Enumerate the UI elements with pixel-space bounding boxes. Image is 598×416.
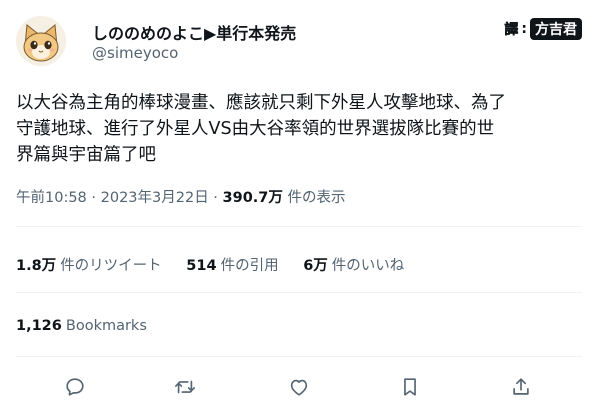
divider	[16, 356, 582, 357]
retweet-icon	[175, 380, 195, 394]
bookmark-icon	[404, 378, 416, 396]
likes-label: 件のいいね	[331, 258, 405, 274]
divider	[16, 292, 582, 293]
translator-name: 方吉君	[530, 18, 582, 40]
action-bar	[0, 370, 598, 402]
retweets-label: 件のリツイート	[60, 258, 162, 274]
views-label: 件の表示	[282, 190, 346, 206]
likes-count: 6万	[303, 258, 328, 274]
retweets-stat[interactable]: 1.8万 件のリツイート	[16, 254, 162, 275]
heart-icon	[290, 379, 308, 396]
tweet-text: 以大谷為主角的棒球漫畫、應該就只剩下外星人攻擊地球、為了 守護地球、進行了外星人…	[16, 93, 506, 165]
author-display-name[interactable]: しののめのよこ▶単行本発売	[92, 20, 296, 44]
reply-button[interactable]	[62, 374, 88, 400]
share-button[interactable]	[508, 374, 534, 400]
divider	[16, 226, 582, 227]
views-count: 390.7万	[222, 190, 283, 206]
retweet-button[interactable]	[172, 374, 198, 400]
quotes-label: 件の引用	[220, 258, 279, 274]
tweet-meta: 午前10:58 · 2023年3月22日 · 390.7万 件の表示	[16, 186, 346, 207]
reply-icon	[66, 378, 84, 396]
bookmark-button[interactable]	[397, 374, 423, 400]
likes-stat[interactable]: 6万 件のいいね	[303, 254, 404, 275]
translator-stamp: 譯 : 方吉君	[504, 18, 582, 40]
bookmarks-stat[interactable]: 1,126 Bookmarks	[16, 318, 147, 334]
tweet-header: しののめのよこ▶単行本発売 @simeyoco 譯 : 方吉君	[16, 14, 582, 70]
like-button[interactable]	[286, 374, 312, 400]
share-icon	[513, 378, 529, 395]
bookmarks-label: Bookmarks	[65, 318, 147, 334]
stamp-colon: :	[521, 21, 527, 37]
engagement-stats: 1.8万 件のリツイート 514 件の引用 6万 件のいいね	[16, 254, 424, 275]
translator-label: 譯	[504, 22, 519, 38]
bookmarks-count: 1,126	[16, 318, 62, 334]
cat-avatar-icon[interactable]	[16, 16, 66, 66]
author-handle[interactable]: @simeyoco	[92, 44, 178, 62]
retweets-count: 1.8万	[16, 258, 57, 274]
quotes-stat[interactable]: 514 件の引用	[186, 254, 278, 275]
tweet-timestamp[interactable]: 午前10:58 · 2023年3月22日 ·	[16, 190, 223, 206]
quotes-count: 514	[186, 258, 217, 274]
